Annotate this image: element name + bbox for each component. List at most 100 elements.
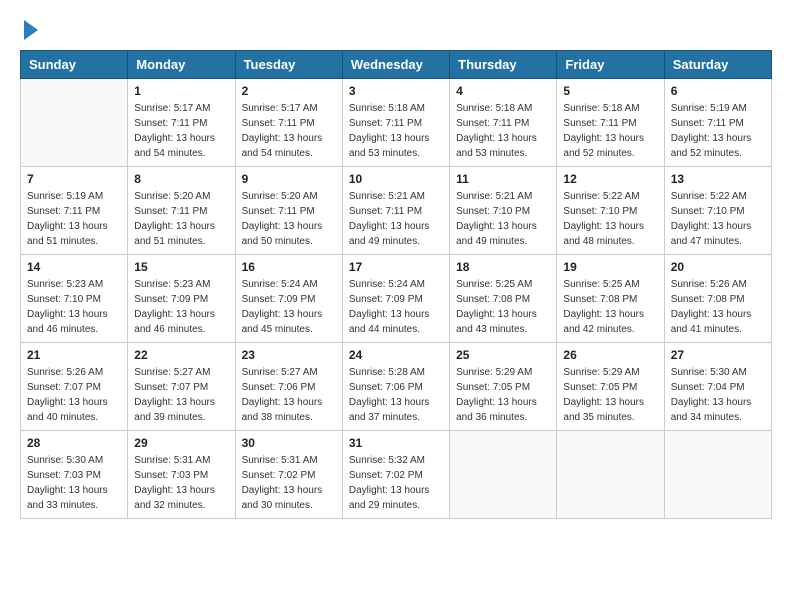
day-number: 8 (134, 172, 228, 186)
day-number: 11 (456, 172, 550, 186)
calendar-day-cell: 17 Sunrise: 5:24 AMSunset: 7:09 PMDayligh… (342, 255, 449, 343)
calendar-day-cell: 12 Sunrise: 5:22 AMSunset: 7:10 PMDayligh… (557, 167, 664, 255)
day-number: 20 (671, 260, 765, 274)
day-number: 16 (242, 260, 336, 274)
day-info: Sunrise: 5:21 AMSunset: 7:10 PMDaylight:… (456, 189, 550, 249)
day-info: Sunrise: 5:29 AMSunset: 7:05 PMDaylight:… (456, 365, 550, 425)
day-number: 1 (134, 84, 228, 98)
day-number: 24 (349, 348, 443, 362)
day-info: Sunrise: 5:28 AMSunset: 7:06 PMDaylight:… (349, 365, 443, 425)
day-info: Sunrise: 5:19 AMSunset: 7:11 PMDaylight:… (671, 101, 765, 161)
day-info: Sunrise: 5:25 AMSunset: 7:08 PMDaylight:… (563, 277, 657, 337)
day-info: Sunrise: 5:23 AMSunset: 7:10 PMDaylight:… (27, 277, 121, 337)
day-number: 6 (671, 84, 765, 98)
calendar-day-cell: 23 Sunrise: 5:27 AMSunset: 7:06 PMDayligh… (235, 343, 342, 431)
calendar-day-cell: 13 Sunrise: 5:22 AMSunset: 7:10 PMDayligh… (664, 167, 771, 255)
day-info: Sunrise: 5:20 AMSunset: 7:11 PMDaylight:… (242, 189, 336, 249)
day-info: Sunrise: 5:27 AMSunset: 7:07 PMDaylight:… (134, 365, 228, 425)
calendar-day-cell: 15Sunrise: 5:23 AMSunset: 7:09 PMDayligh… (128, 255, 235, 343)
calendar-day-cell: 1 Sunrise: 5:17 AMSunset: 7:11 PMDaylight… (128, 79, 235, 167)
calendar-day-cell (21, 79, 128, 167)
day-number: 5 (563, 84, 657, 98)
calendar-day-cell (557, 431, 664, 519)
calendar-day-cell: 6 Sunrise: 5:19 AMSunset: 7:11 PMDaylight… (664, 79, 771, 167)
day-number: 23 (242, 348, 336, 362)
calendar-day-cell (664, 431, 771, 519)
calendar-day-cell: 5 Sunrise: 5:18 AMSunset: 7:11 PMDaylight… (557, 79, 664, 167)
day-info: Sunrise: 5:27 AMSunset: 7:06 PMDaylight:… (242, 365, 336, 425)
calendar-day-cell: 10 Sunrise: 5:21 AMSunset: 7:11 PMDayligh… (342, 167, 449, 255)
calendar-day-cell: 8 Sunrise: 5:20 AMSunset: 7:11 PMDaylight… (128, 167, 235, 255)
day-number: 12 (563, 172, 657, 186)
calendar-week-row: 1 Sunrise: 5:17 AMSunset: 7:11 PMDaylight… (21, 79, 772, 167)
day-number: 4 (456, 84, 550, 98)
calendar-day-cell: 20Sunrise: 5:26 AMSunset: 7:08 PMDayligh… (664, 255, 771, 343)
calendar-table: SundayMondayTuesdayWednesdayThursdayFrid… (20, 50, 772, 519)
day-number: 25 (456, 348, 550, 362)
day-number: 14 (27, 260, 121, 274)
day-number: 10 (349, 172, 443, 186)
calendar-day-cell: 28 Sunrise: 5:30 AMSunset: 7:03 PMDayligh… (21, 431, 128, 519)
calendar-day-cell: 24 Sunrise: 5:28 AMSunset: 7:06 PMDayligh… (342, 343, 449, 431)
day-number: 17 (349, 260, 443, 274)
calendar-day-cell: 31Sunrise: 5:32 AMSunset: 7:02 PMDayligh… (342, 431, 449, 519)
day-info: Sunrise: 5:25 AMSunset: 7:08 PMDaylight:… (456, 277, 550, 337)
calendar-day-cell: 29 Sunrise: 5:31 AMSunset: 7:03 PMDayligh… (128, 431, 235, 519)
calendar-day-cell: 26Sunrise: 5:29 AMSunset: 7:05 PMDayligh… (557, 343, 664, 431)
calendar-day-cell (450, 431, 557, 519)
day-info: Sunrise: 5:21 AMSunset: 7:11 PMDaylight:… (349, 189, 443, 249)
calendar-header-monday: Monday (128, 51, 235, 79)
calendar-day-cell: 7Sunrise: 5:19 AMSunset: 7:11 PMDaylight… (21, 167, 128, 255)
calendar-day-cell: 18Sunrise: 5:25 AMSunset: 7:08 PMDayligh… (450, 255, 557, 343)
page-header (20, 20, 772, 40)
day-info: Sunrise: 5:18 AMSunset: 7:11 PMDaylight:… (563, 101, 657, 161)
logo (20, 20, 38, 40)
day-info: Sunrise: 5:32 AMSunset: 7:02 PMDaylight:… (349, 453, 443, 513)
day-info: Sunrise: 5:30 AMSunset: 7:04 PMDaylight:… (671, 365, 765, 425)
calendar-day-cell: 3Sunrise: 5:18 AMSunset: 7:11 PMDaylight… (342, 79, 449, 167)
day-number: 30 (242, 436, 336, 450)
calendar-day-cell: 16Sunrise: 5:24 AMSunset: 7:09 PMDayligh… (235, 255, 342, 343)
day-info: Sunrise: 5:22 AMSunset: 7:10 PMDaylight:… (671, 189, 765, 249)
calendar-week-row: 21Sunrise: 5:26 AMSunset: 7:07 PMDayligh… (21, 343, 772, 431)
calendar-day-cell: 4Sunrise: 5:18 AMSunset: 7:11 PMDaylight… (450, 79, 557, 167)
day-number: 19 (563, 260, 657, 274)
day-info: Sunrise: 5:31 AMSunset: 7:03 PMDaylight:… (134, 453, 228, 513)
day-number: 26 (563, 348, 657, 362)
calendar-day-cell: 22Sunrise: 5:27 AMSunset: 7:07 PMDayligh… (128, 343, 235, 431)
calendar-day-cell: 27 Sunrise: 5:30 AMSunset: 7:04 PMDayligh… (664, 343, 771, 431)
day-info: Sunrise: 5:31 AMSunset: 7:02 PMDaylight:… (242, 453, 336, 513)
calendar-day-cell: 30 Sunrise: 5:31 AMSunset: 7:02 PMDayligh… (235, 431, 342, 519)
calendar-header-saturday: Saturday (664, 51, 771, 79)
day-number: 21 (27, 348, 121, 362)
calendar-week-row: 28 Sunrise: 5:30 AMSunset: 7:03 PMDayligh… (21, 431, 772, 519)
calendar-day-cell: 2 Sunrise: 5:17 AMSunset: 7:11 PMDaylight… (235, 79, 342, 167)
calendar-header-sunday: Sunday (21, 51, 128, 79)
day-info: Sunrise: 5:17 AMSunset: 7:11 PMDaylight:… (242, 101, 336, 161)
logo-triangle-icon (24, 20, 38, 40)
day-number: 15 (134, 260, 228, 274)
calendar-day-cell: 11 Sunrise: 5:21 AMSunset: 7:10 PMDayligh… (450, 167, 557, 255)
day-info: Sunrise: 5:24 AMSunset: 7:09 PMDaylight:… (349, 277, 443, 337)
day-number: 2 (242, 84, 336, 98)
calendar-header-thursday: Thursday (450, 51, 557, 79)
calendar-day-cell: 14 Sunrise: 5:23 AMSunset: 7:10 PMDayligh… (21, 255, 128, 343)
calendar-header-tuesday: Tuesday (235, 51, 342, 79)
day-number: 9 (242, 172, 336, 186)
calendar-day-cell: 9 Sunrise: 5:20 AMSunset: 7:11 PMDaylight… (235, 167, 342, 255)
day-info: Sunrise: 5:22 AMSunset: 7:10 PMDaylight:… (563, 189, 657, 249)
day-number: 13 (671, 172, 765, 186)
calendar-header-wednesday: Wednesday (342, 51, 449, 79)
day-number: 28 (27, 436, 121, 450)
day-number: 3 (349, 84, 443, 98)
calendar-header-row: SundayMondayTuesdayWednesdayThursdayFrid… (21, 51, 772, 79)
calendar-day-cell: 25 Sunrise: 5:29 AMSunset: 7:05 PMDayligh… (450, 343, 557, 431)
day-info: Sunrise: 5:20 AMSunset: 7:11 PMDaylight:… (134, 189, 228, 249)
day-number: 29 (134, 436, 228, 450)
day-info: Sunrise: 5:30 AMSunset: 7:03 PMDaylight:… (27, 453, 121, 513)
calendar-week-row: 7Sunrise: 5:19 AMSunset: 7:11 PMDaylight… (21, 167, 772, 255)
calendar-day-cell: 19 Sunrise: 5:25 AMSunset: 7:08 PMDayligh… (557, 255, 664, 343)
day-info: Sunrise: 5:19 AMSunset: 7:11 PMDaylight:… (27, 189, 121, 249)
day-number: 27 (671, 348, 765, 362)
day-info: Sunrise: 5:17 AMSunset: 7:11 PMDaylight:… (134, 101, 228, 161)
